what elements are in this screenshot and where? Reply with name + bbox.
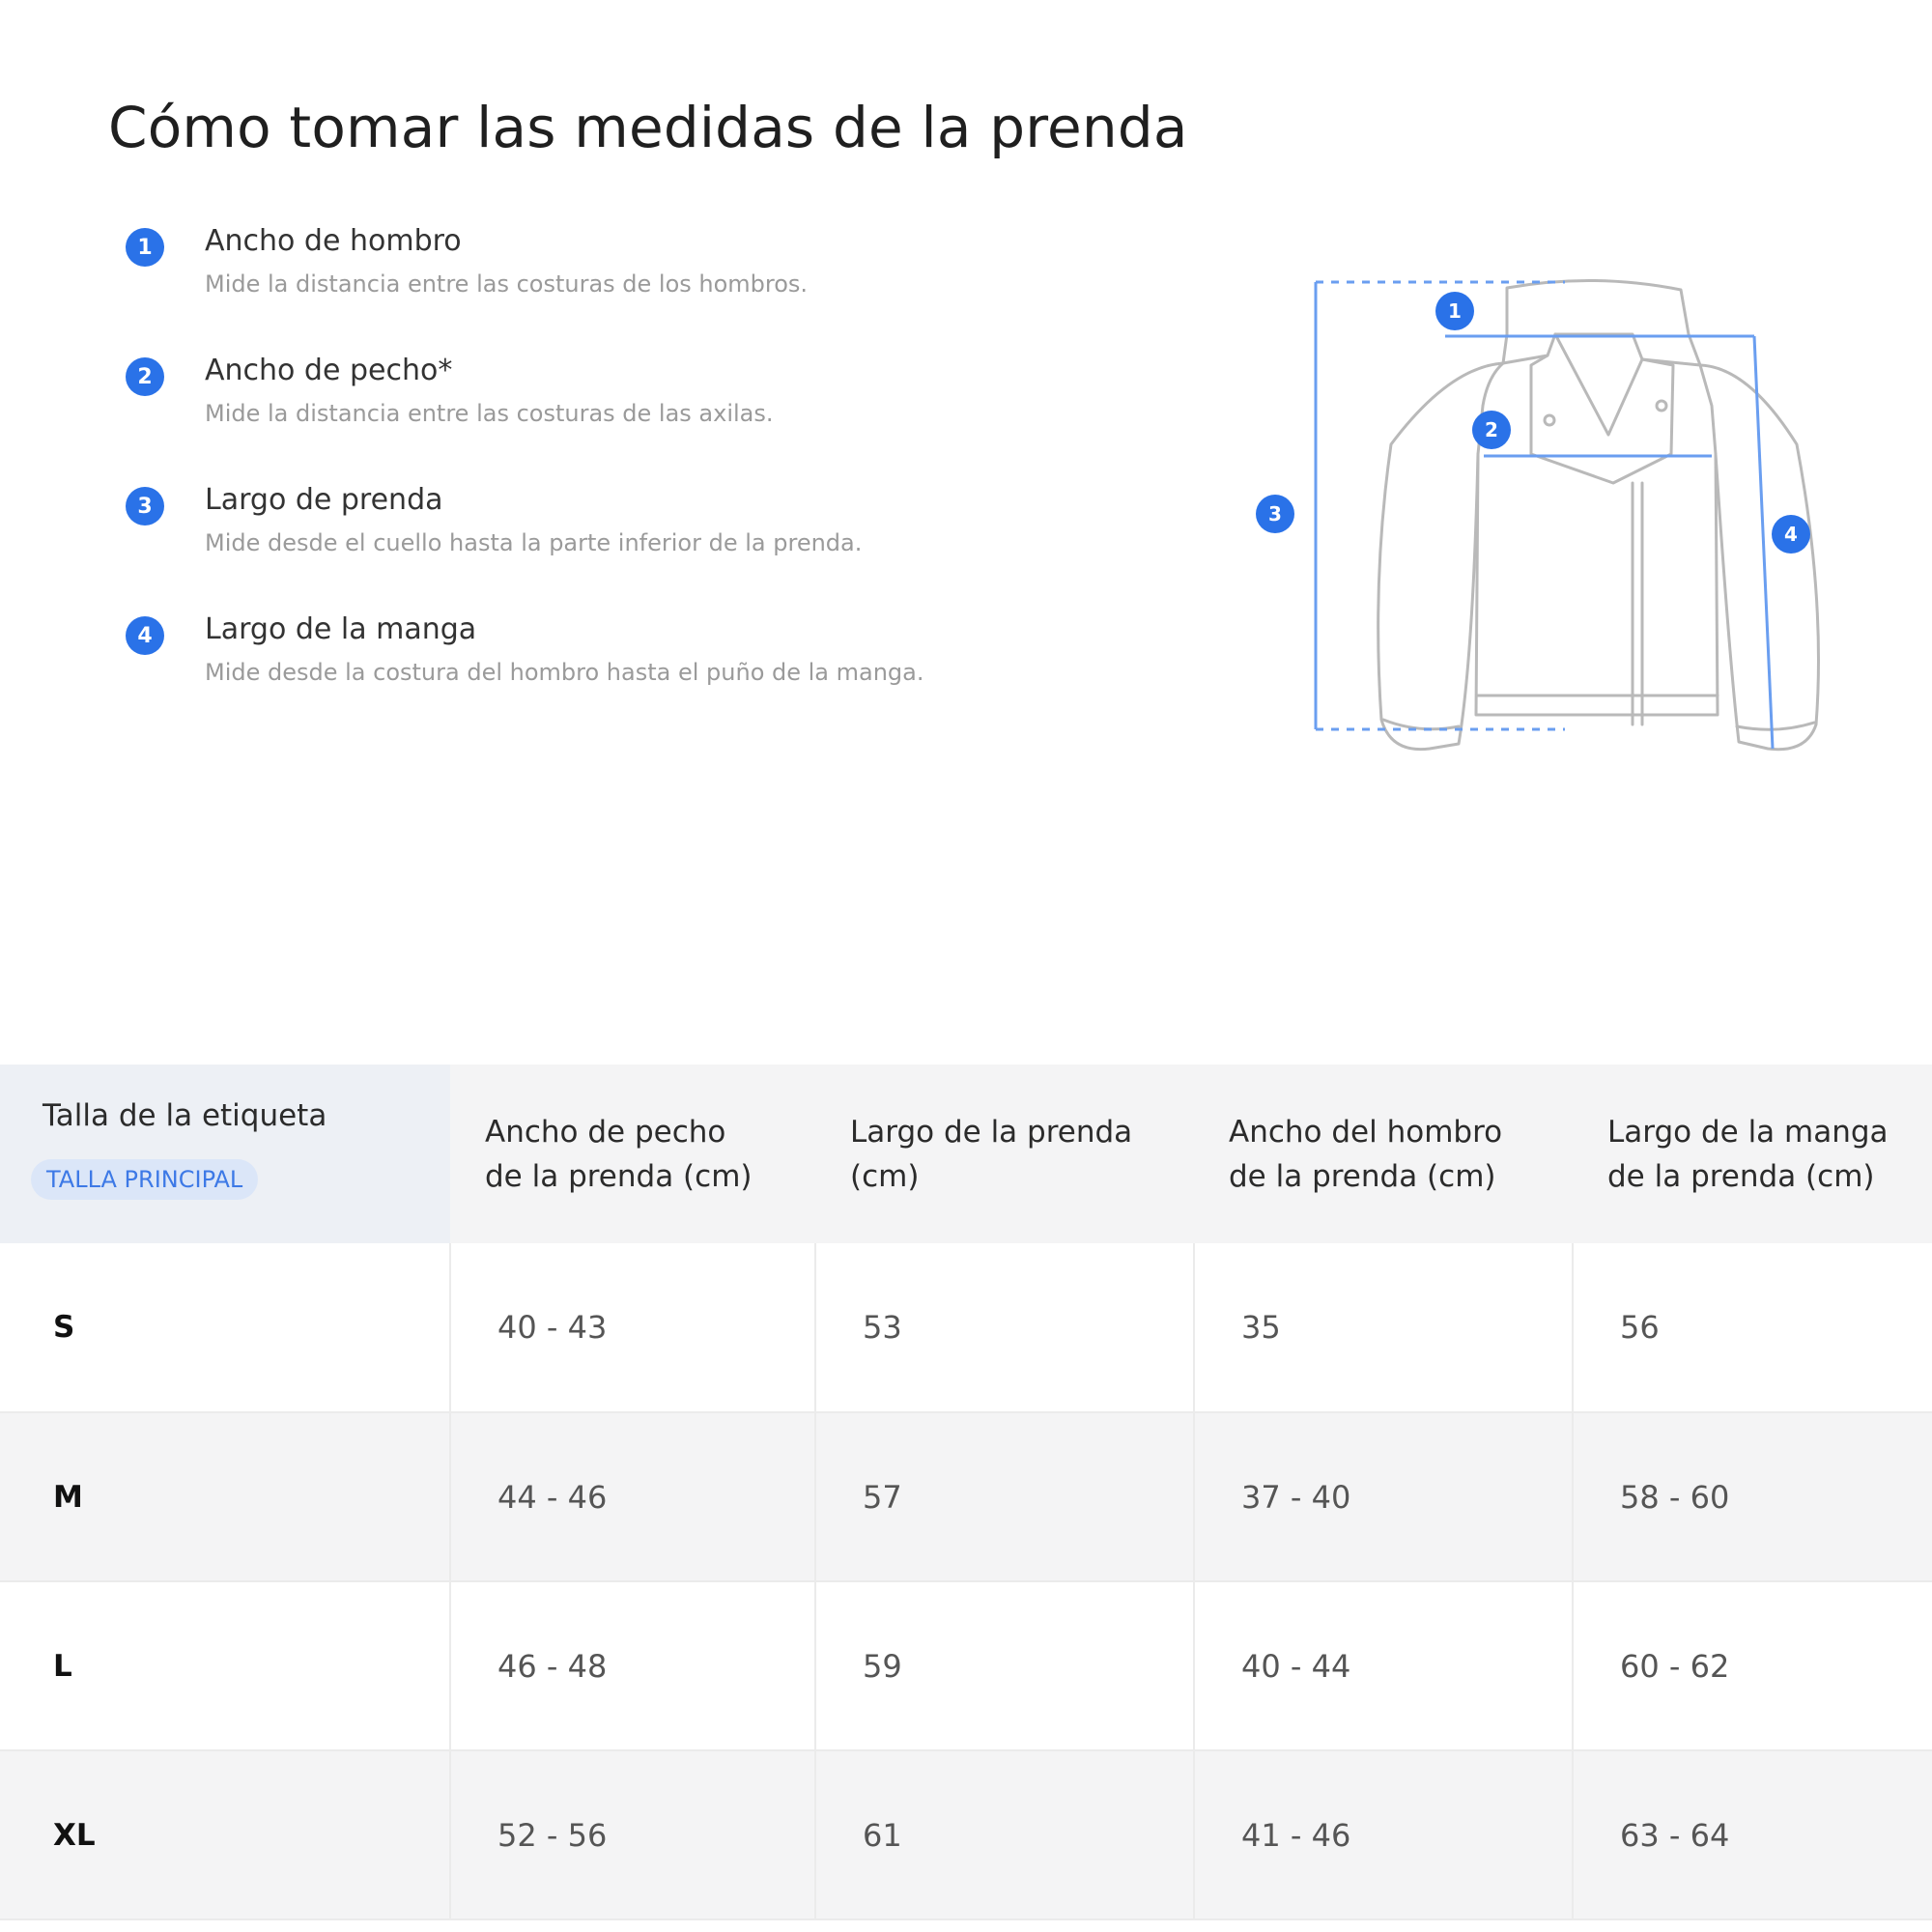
- header-line: Largo de la prenda: [850, 1114, 1133, 1150]
- header-size-title: Talla de la etiqueta: [43, 1098, 327, 1133]
- size-cell: S: [0, 1243, 450, 1413]
- table-cell: 57: [814, 1412, 1194, 1582]
- diagram-marker-3: 3: [1268, 502, 1282, 526]
- table-cell: 35: [1193, 1243, 1573, 1413]
- table-cell: 40 - 44: [1193, 1581, 1573, 1751]
- table-row: L 46 - 48 59 40 - 44 60 - 62: [0, 1581, 1932, 1751]
- number-2-icon: 2: [126, 357, 164, 396]
- main-size-badge: TALLA PRINCIPAL: [31, 1159, 259, 1200]
- number-3-icon: 3: [126, 487, 164, 526]
- table-row: M 44 - 46 57 37 - 40 58 - 60: [0, 1412, 1932, 1582]
- size-cell: XL: [0, 1750, 450, 1920]
- instruction-item-shoulder: 1 Ancho de hombro Mide la distancia entr…: [126, 220, 1236, 350]
- instruction-title: Largo de la manga: [205, 612, 477, 646]
- table-cell: 63 - 64: [1572, 1750, 1932, 1920]
- header-size-label: Talla de la etiqueta TALLA PRINCIPAL: [0, 1065, 450, 1243]
- table-header-row: Talla de la etiqueta TALLA PRINCIPAL Anc…: [0, 1065, 1932, 1243]
- header-line: Ancho del hombro: [1229, 1114, 1503, 1150]
- instruction-item-length: 3 Largo de prenda Mide desde el cuello h…: [126, 479, 1236, 609]
- table-row: S 40 - 43 53 35 56: [0, 1243, 1932, 1413]
- instruction-item-sleeve: 4 Largo de la manga Mide desde la costur…: [126, 609, 1236, 738]
- size-cell: L: [0, 1581, 450, 1751]
- size-cell: M: [0, 1412, 450, 1582]
- table-cell: 44 - 46: [449, 1412, 815, 1582]
- header-shoulder-width: Ancho del hombro de la prenda (cm): [1194, 1065, 1573, 1243]
- table-cell: 46 - 48: [449, 1581, 815, 1751]
- instruction-title: Ancho de hombro: [205, 224, 462, 258]
- table-cell: 37 - 40: [1193, 1412, 1573, 1582]
- table-row: XL 52 - 56 61 41 - 46 63 - 64: [0, 1750, 1932, 1920]
- size-chart-table: Talla de la etiqueta TALLA PRINCIPAL Anc…: [0, 1065, 1932, 1920]
- measurement-instructions: 1 Ancho de hombro Mide la distancia entr…: [126, 220, 1236, 738]
- table-cell: 61: [814, 1750, 1194, 1920]
- diagram-marker-4: 4: [1784, 523, 1798, 546]
- table-cell: 59: [814, 1581, 1194, 1751]
- number-1-icon: 1: [126, 228, 164, 267]
- table-cell: 40 - 43: [449, 1243, 815, 1413]
- table-cell: 52 - 56: [449, 1750, 815, 1920]
- diagram-marker-1: 1: [1448, 299, 1462, 323]
- instruction-title: Ancho de pecho*: [205, 354, 453, 387]
- table-cell: 41 - 46: [1193, 1750, 1573, 1920]
- header-line: (cm): [850, 1158, 920, 1194]
- header-chest-width: Ancho de pecho de la prenda (cm): [450, 1065, 815, 1243]
- jacket-measurement-icon: 1 2 3 4: [1256, 279, 1820, 752]
- jacket-outline: [1377, 279, 1820, 752]
- page-title: Cómo tomar las medidas de la prenda: [108, 95, 1188, 160]
- instruction-description: Mide la distancia entre las costuras de …: [205, 270, 809, 298]
- header-line: Largo de la manga: [1607, 1114, 1889, 1150]
- instruction-description: Mide la distancia entre las costuras de …: [205, 400, 774, 427]
- instruction-description: Mide desde la costura del hombro hasta e…: [205, 659, 924, 686]
- header-sleeve-length: Largo de la manga de la prenda (cm): [1573, 1065, 1932, 1243]
- number-4-icon: 4: [126, 616, 164, 655]
- header-line: Ancho de pecho: [485, 1114, 726, 1150]
- table-cell: 53: [814, 1243, 1194, 1413]
- header-line: de la prenda (cm): [1229, 1158, 1496, 1194]
- header-line: de la prenda (cm): [1607, 1158, 1875, 1194]
- table-cell: 60 - 62: [1572, 1581, 1932, 1751]
- header-line: de la prenda (cm): [485, 1158, 753, 1194]
- instruction-description: Mide desde el cuello hasta la parte infe…: [205, 529, 863, 556]
- diagram-markers: 1 2 3 4: [1256, 292, 1810, 554]
- table-cell: 58 - 60: [1572, 1412, 1932, 1582]
- instruction-title: Largo de prenda: [205, 483, 443, 517]
- table-cell: 56: [1572, 1243, 1932, 1413]
- header-garment-length: Largo de la prenda (cm): [815, 1065, 1194, 1243]
- diagram-marker-2: 2: [1485, 418, 1498, 441]
- instruction-item-chest: 2 Ancho de pecho* Mide la distancia entr…: [126, 350, 1236, 479]
